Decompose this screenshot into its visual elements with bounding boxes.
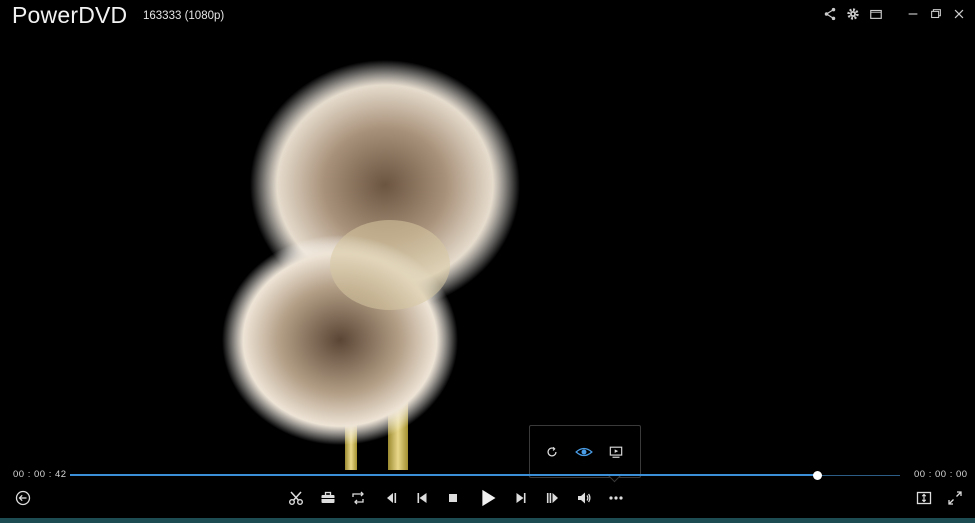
seek-handle[interactable] [813,471,822,480]
minimize-icon[interactable] [903,4,923,24]
toolbox-icon[interactable] [317,487,339,509]
taskbar-strip [0,518,975,523]
fullscreen-icon[interactable] [944,487,966,509]
settings-icon[interactable] [843,4,863,24]
more-icon[interactable] [605,487,627,509]
more-options-popup [529,425,641,478]
slow-motion-icon[interactable] [380,487,402,509]
volume-icon[interactable] [573,487,595,509]
cut-icon[interactable] [285,487,307,509]
elapsed-time: 00 : 00 : 42 [13,469,67,480]
cast-icon[interactable] [606,442,626,462]
previous-icon[interactable] [411,487,433,509]
rotate-icon[interactable] [542,442,562,462]
share-icon[interactable] [820,4,840,24]
next-icon[interactable] [510,487,532,509]
back-icon[interactable] [12,487,34,509]
stop-icon[interactable] [442,487,464,509]
mini-player-icon[interactable] [866,4,886,24]
seek-progress [70,474,817,476]
remaining-time: 00 : 00 : 00 [914,469,968,480]
close-icon[interactable] [949,4,969,24]
restore-icon[interactable] [926,4,946,24]
video-frame[interactable] [190,60,560,470]
app-title: PowerDVD [12,2,128,28]
eye-icon[interactable] [574,442,594,462]
file-title: 163333 (1080p) [143,10,225,22]
aspect-ratio-icon[interactable] [913,487,935,509]
ab-repeat-icon[interactable] [348,487,370,509]
play-icon[interactable] [475,485,501,511]
frame-step-icon[interactable] [541,487,563,509]
